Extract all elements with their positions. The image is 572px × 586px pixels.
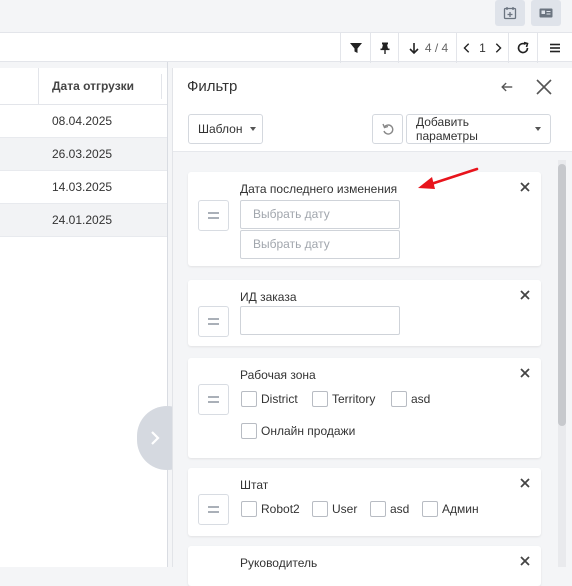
reset-button[interactable]	[372, 114, 403, 144]
checkbox-robot2[interactable]: Robot2	[241, 501, 300, 517]
filter-panel: Фильтр Шаблон Добавить параметры Дата по…	[172, 68, 572, 586]
filter-card-last-modified: Дата последнего изменения Выбрать дату В…	[188, 172, 541, 266]
calendar-add-icon[interactable]	[495, 0, 525, 26]
pin-icon	[380, 42, 389, 54]
chevron-down-icon	[250, 127, 257, 131]
sort-counter[interactable]: 4 / 4	[398, 33, 456, 63]
chevron-right-icon[interactable]	[492, 41, 504, 55]
drag-handle-icon[interactable]	[198, 306, 229, 337]
card-title: Руководитель	[240, 556, 318, 570]
add-parameters-label: Добавить параметры	[416, 115, 478, 143]
order-id-input[interactable]	[240, 306, 400, 335]
close-icon[interactable]	[520, 556, 530, 566]
chevron-down-icon	[535, 127, 541, 131]
pagination: 1	[456, 33, 508, 63]
template-label: Шаблон	[198, 122, 243, 136]
card-title: Штат	[240, 478, 269, 492]
chevron-right-icon	[151, 431, 160, 445]
card-title: Рабочая зона	[240, 368, 316, 382]
filter-card-work-zone: Рабочая зона District Territory asd Онла…	[188, 358, 541, 458]
checkbox-online-sales[interactable]: Онлайн продажи	[241, 423, 355, 439]
close-icon[interactable]	[533, 76, 555, 98]
filter-card-state: Штат Robot2 User asd Админ	[188, 468, 541, 536]
filter-icon	[349, 43, 362, 53]
checkbox-district[interactable]: District	[241, 391, 298, 407]
filter-actions: Шаблон Добавить параметры	[173, 106, 572, 152]
chevron-left-icon[interactable]	[461, 41, 473, 55]
ship-date-cell: 08.04.2025	[52, 114, 113, 128]
refresh-button[interactable]	[508, 33, 537, 63]
scrollbar-thumb[interactable]	[558, 164, 566, 426]
add-parameters-dropdown[interactable]: Добавить параметры	[406, 114, 551, 144]
drag-handle-icon[interactable]	[198, 200, 229, 231]
template-dropdown[interactable]: Шаблон	[188, 114, 263, 144]
table-row[interactable]: 14.03.2025	[0, 171, 168, 204]
table-row[interactable]: 26.03.2025	[0, 138, 168, 171]
close-icon[interactable]	[520, 368, 530, 378]
page-title: Фильтр	[187, 78, 238, 95]
record-counter: 4 / 4	[424, 41, 449, 55]
orders-table: Дата отгрузки 08.04.2025 26.03.2025 14.0…	[0, 68, 168, 567]
close-icon[interactable]	[520, 290, 530, 300]
checkbox-asd[interactable]: asd	[370, 501, 409, 517]
page-number: 1	[479, 41, 486, 55]
filter-card-manager: Руководитель	[188, 546, 541, 586]
ship-date-cell: 26.03.2025	[52, 147, 113, 161]
checkbox-user[interactable]: User	[312, 501, 357, 517]
refresh-icon	[517, 41, 529, 54]
table-row[interactable]: 24.01.2025	[0, 204, 168, 237]
pin-button[interactable]	[370, 33, 398, 63]
checkbox-admin[interactable]: Админ	[422, 501, 479, 517]
back-arrow-icon[interactable]	[496, 76, 518, 98]
table-header: Дата отгрузки	[0, 68, 168, 105]
contact-card-icon[interactable]	[531, 0, 561, 26]
column-header-ship-date[interactable]: Дата отгрузки	[38, 68, 162, 105]
filter-card-order-id: ИД заказа	[188, 280, 541, 346]
ship-date-cell: 14.03.2025	[52, 180, 113, 194]
menu-button[interactable]	[537, 33, 572, 63]
ship-date-cell: 24.01.2025	[52, 213, 113, 227]
close-icon[interactable]	[520, 478, 530, 488]
drag-handle-icon[interactable]	[198, 494, 229, 525]
toolbar: 4 / 4 1	[0, 32, 572, 63]
filter-panel-header: Фильтр	[173, 68, 572, 106]
close-icon[interactable]	[520, 182, 530, 192]
column-divider[interactable]	[161, 74, 162, 99]
card-title: Дата последнего изменения	[240, 182, 398, 196]
hamburger-menu-icon	[550, 43, 560, 53]
checkbox-asd[interactable]: asd	[391, 391, 430, 407]
checkbox-territory[interactable]: Territory	[312, 391, 375, 407]
card-title: ИД заказа	[240, 290, 297, 304]
filter-button[interactable]	[340, 33, 370, 63]
table-edge	[167, 62, 168, 567]
drag-handle-icon[interactable]	[198, 384, 229, 415]
date-from-input[interactable]: Выбрать дату	[240, 200, 400, 229]
undo-icon	[381, 123, 393, 135]
arrow-down-icon	[409, 43, 419, 55]
table-row[interactable]: 08.04.2025	[0, 105, 168, 138]
date-to-input[interactable]: Выбрать дату	[240, 230, 400, 259]
